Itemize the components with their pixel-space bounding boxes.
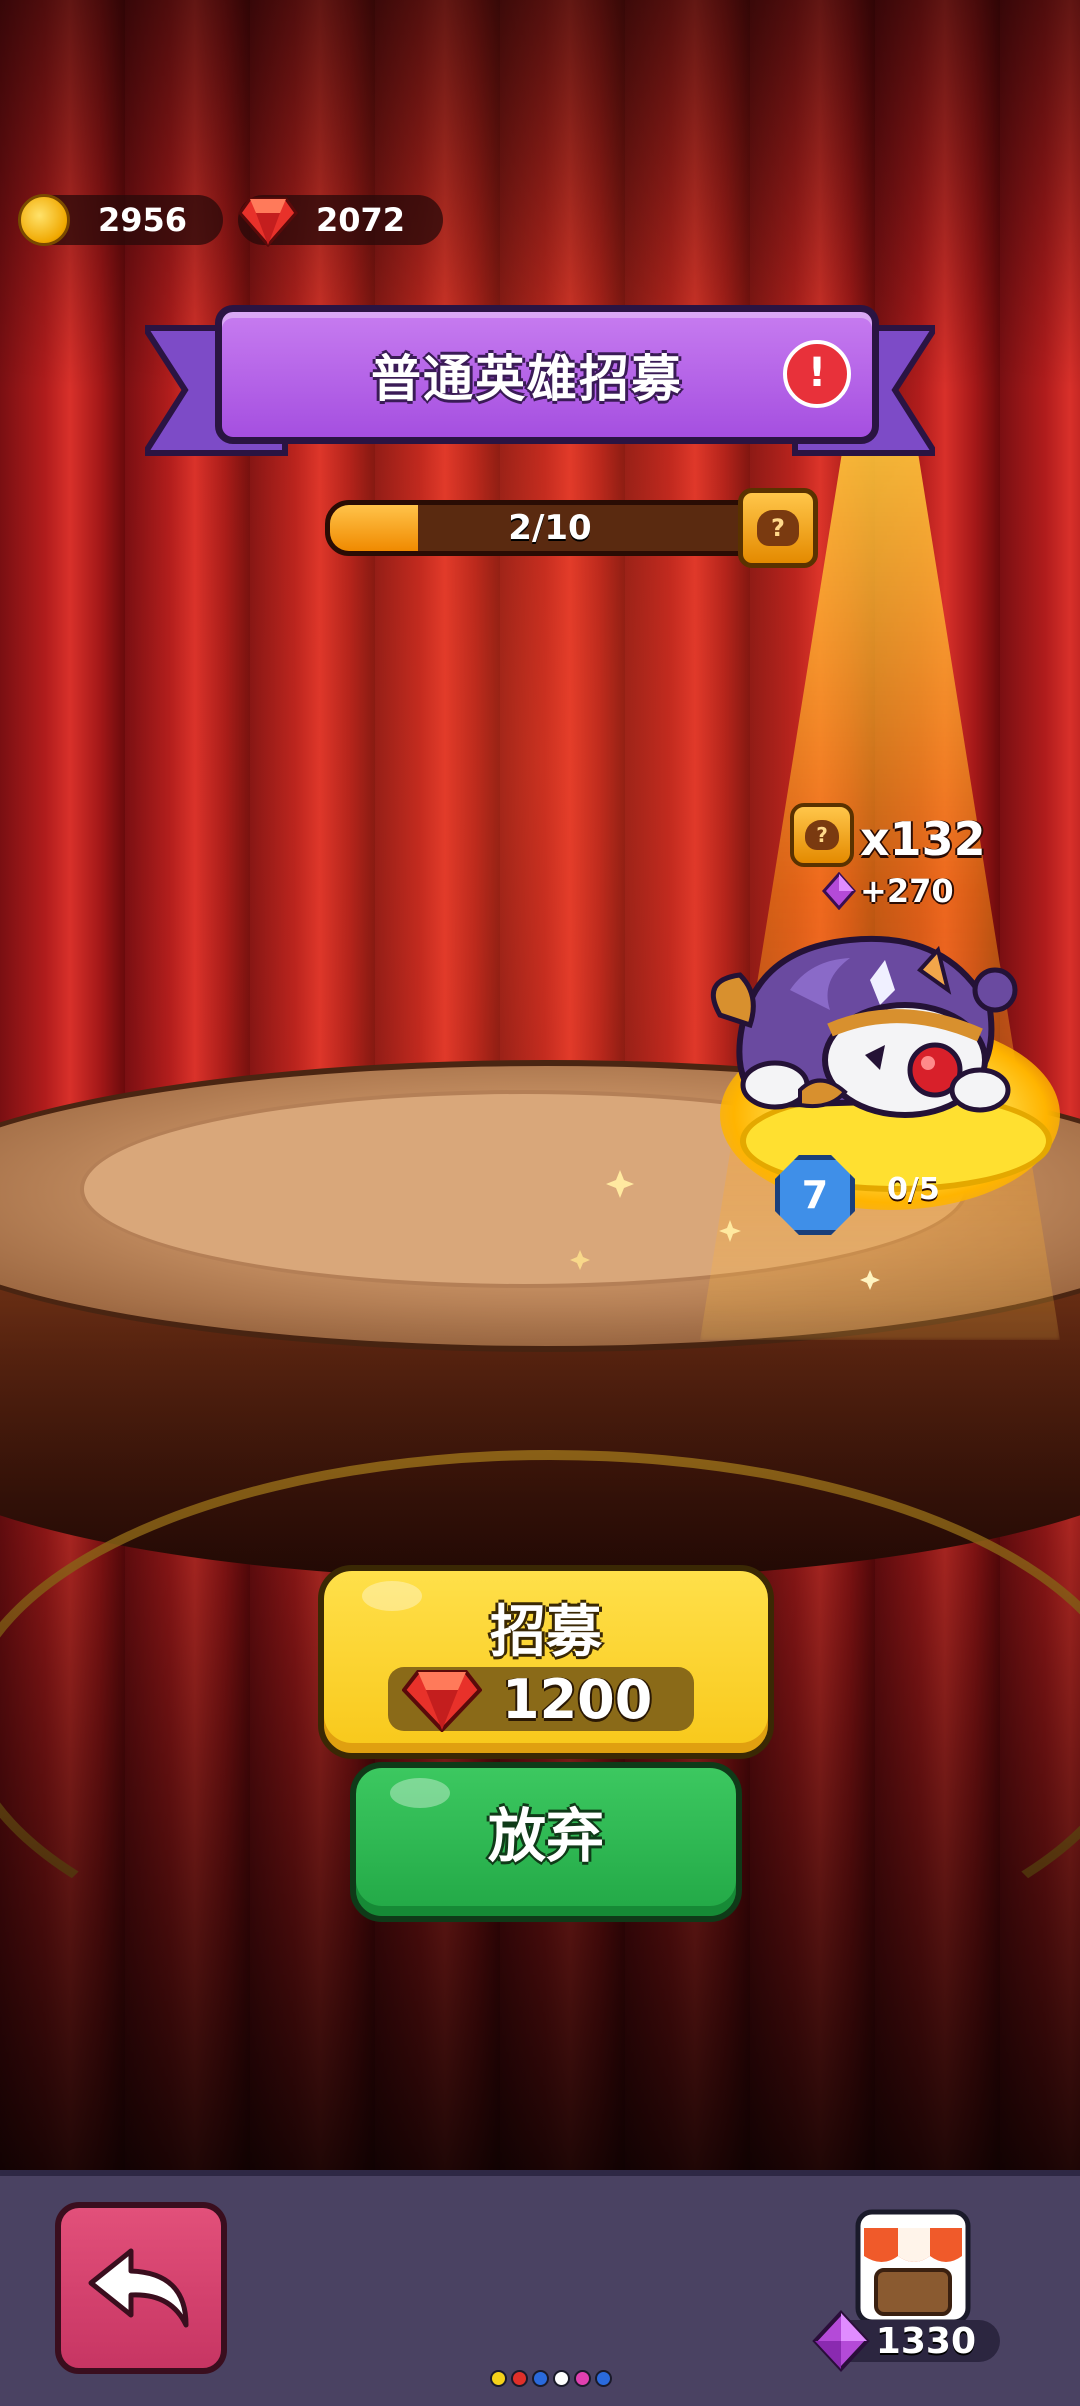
purple-gem-icon <box>822 872 856 910</box>
recruit-cost: 1200 <box>388 1667 694 1732</box>
purple-gem-icon <box>812 2310 870 2372</box>
page-dot <box>490 2370 507 2387</box>
page-dot <box>574 2370 591 2387</box>
mystery-bag-icon: ? <box>805 820 839 850</box>
recruit-progress-bar: 2/10 <box>325 500 775 556</box>
mystery-bag-icon: ? <box>757 510 799 546</box>
abandon-button[interactable]: 放弃 <box>350 1762 742 1922</box>
recruit-label: 招募 <box>490 1600 602 1665</box>
reward-chest: ? <box>790 803 854 867</box>
recruit-cost-value: 1200 <box>502 1667 653 1731</box>
page-indicator-dots <box>490 2370 612 2387</box>
gem-counter: 2072 <box>238 195 443 247</box>
recruit-button[interactable]: 招募 1200 <box>318 1565 774 1759</box>
coin-icon <box>18 194 70 246</box>
recruit-title-banner: 普通英雄招募 <box>215 305 879 444</box>
info-alert-button[interactable]: ! <box>783 340 851 408</box>
page-dot <box>553 2370 570 2387</box>
page-dot <box>532 2370 549 2387</box>
gem-amount: 2072 <box>316 201 406 239</box>
abandon-label: 放弃 <box>487 1802 604 1870</box>
jester-hero[interactable] <box>680 920 1030 1140</box>
back-button[interactable] <box>55 2202 227 2374</box>
back-arrow-icon <box>88 2248 189 2328</box>
coin-amount: 2956 <box>98 201 188 239</box>
red-gem-icon <box>402 1670 482 1732</box>
coin-counter: 2956 <box>18 194 223 246</box>
page-dot <box>511 2370 528 2387</box>
sparkle-effects <box>570 1170 880 1290</box>
gem-bonus-value: +270 <box>860 872 954 910</box>
reward-count: x132 <box>860 812 986 866</box>
progress-reward-button[interactable]: ? <box>738 488 818 568</box>
page-title: 普通英雄招募 <box>371 349 683 408</box>
red-gem-icon <box>238 197 298 247</box>
page-dot <box>595 2370 612 2387</box>
progress-label: 2/10 <box>508 508 592 548</box>
gem-bonus: +270 <box>822 872 954 910</box>
shop-gem-amount: 1330 <box>875 2320 976 2362</box>
